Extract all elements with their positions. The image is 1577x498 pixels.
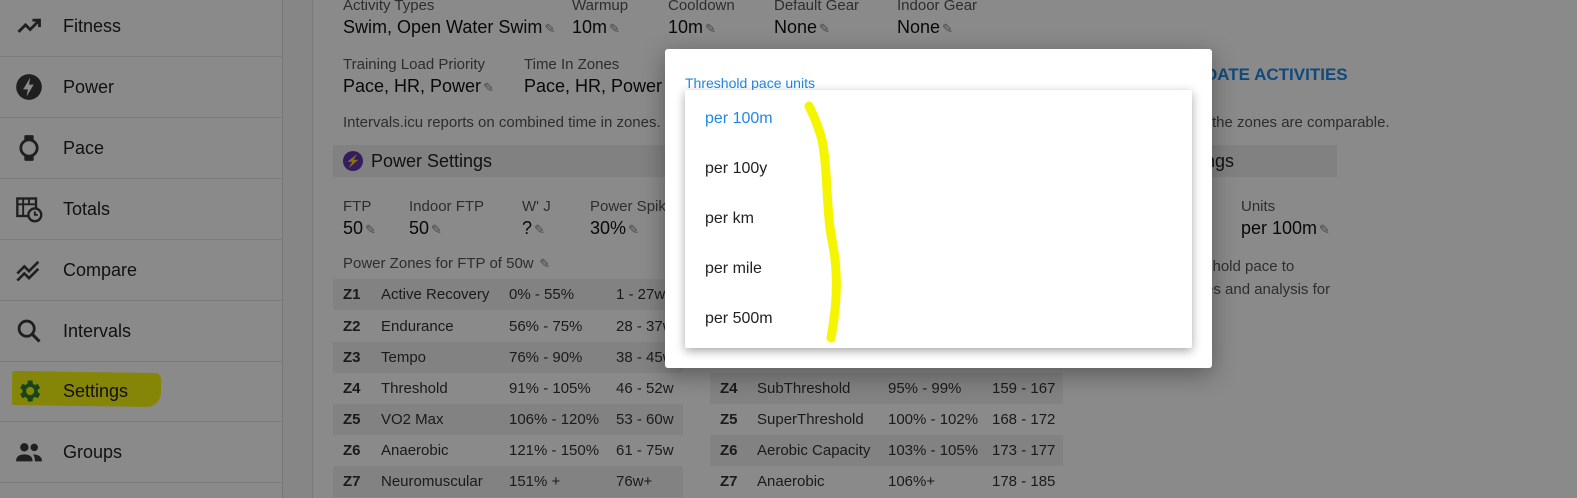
menu-item-label: per km: [705, 210, 754, 227]
menu-item-per-100y[interactable]: per 100y: [685, 144, 1192, 194]
menu-item-per-mile[interactable]: per mile: [685, 244, 1192, 294]
menu-item-label: per 500m: [705, 310, 773, 327]
units-dropdown-menu: per 100m per 100y per km per mile per 50…: [685, 90, 1192, 348]
menu-item-label: per 100m: [705, 110, 773, 127]
menu-item-label: per mile: [705, 260, 762, 277]
menu-item-per-500m[interactable]: per 500m: [685, 294, 1192, 344]
menu-item-label: per 100y: [705, 160, 768, 177]
menu-item-per-100m[interactable]: per 100m: [685, 94, 1192, 144]
select-label: Threshold pace units: [685, 75, 815, 91]
menu-item-per-km[interactable]: per km: [685, 194, 1192, 244]
threshold-pace-units-dialog: Threshold pace units per 100m per 100y p…: [665, 49, 1212, 368]
